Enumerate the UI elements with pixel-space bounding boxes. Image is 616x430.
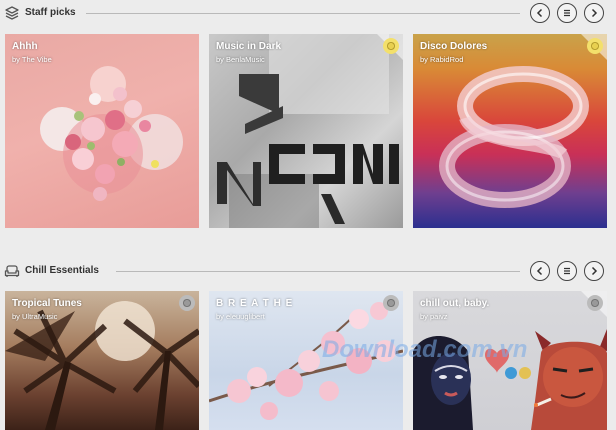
prev-button[interactable] [530, 261, 550, 281]
next-button[interactable] [584, 3, 604, 23]
vinyl-icon [383, 295, 399, 311]
next-button[interactable] [584, 261, 604, 281]
card-author: by eleuuglibert [216, 312, 265, 321]
card-title: Tropical Tunes [12, 298, 82, 309]
vinyl-icon [587, 295, 603, 311]
card-title: chill out, baby. [420, 298, 490, 309]
sofa-icon [4, 265, 20, 277]
list-icon [564, 9, 570, 17]
chevron-left-icon [536, 266, 543, 276]
list-button[interactable] [557, 261, 577, 281]
card-author: by UltraMusic [12, 312, 58, 321]
vinyl-icon [587, 38, 603, 54]
section-divider [86, 13, 520, 14]
chevron-right-icon [591, 266, 598, 276]
card-title: Disco Dolores [420, 41, 488, 52]
card-author: by RabidRod [420, 55, 464, 64]
card-author: by paivz [420, 312, 448, 321]
section-header: Staff picks [0, 0, 616, 28]
playlist-card[interactable]: Tropical Tunes by UltraMusic [5, 291, 199, 430]
card-title: Ahhh [12, 41, 38, 52]
chevron-left-icon [536, 8, 543, 18]
watermark: Download.com.vn [322, 336, 528, 363]
prev-button[interactable] [530, 3, 550, 23]
section-staff-picks: Staff picks Ahhh by The Vibe Music in Da… [0, 0, 616, 240]
list-icon [564, 267, 570, 275]
layers-icon [5, 6, 19, 20]
card-author: by The Vibe [12, 55, 52, 64]
section-title: Staff picks [25, 6, 82, 20]
chevron-right-icon [591, 8, 598, 18]
section-header: Chill Essentials [0, 258, 616, 286]
list-button[interactable] [557, 3, 577, 23]
card-title: Music in Dark [216, 41, 282, 52]
playlist-card[interactable]: Ahhh by The Vibe [5, 34, 199, 228]
card-author: by BenlaMusic [216, 55, 265, 64]
playlist-card[interactable]: Music in Dark by BenlaMusic [209, 34, 403, 228]
playlist-card[interactable]: Disco Dolores by RabidRod [413, 34, 607, 228]
section-divider [116, 271, 520, 272]
section-title: Chill Essentials [25, 264, 105, 278]
vinyl-icon [383, 38, 399, 54]
vinyl-icon [179, 295, 195, 311]
card-title: B R E A T H E [216, 298, 294, 309]
